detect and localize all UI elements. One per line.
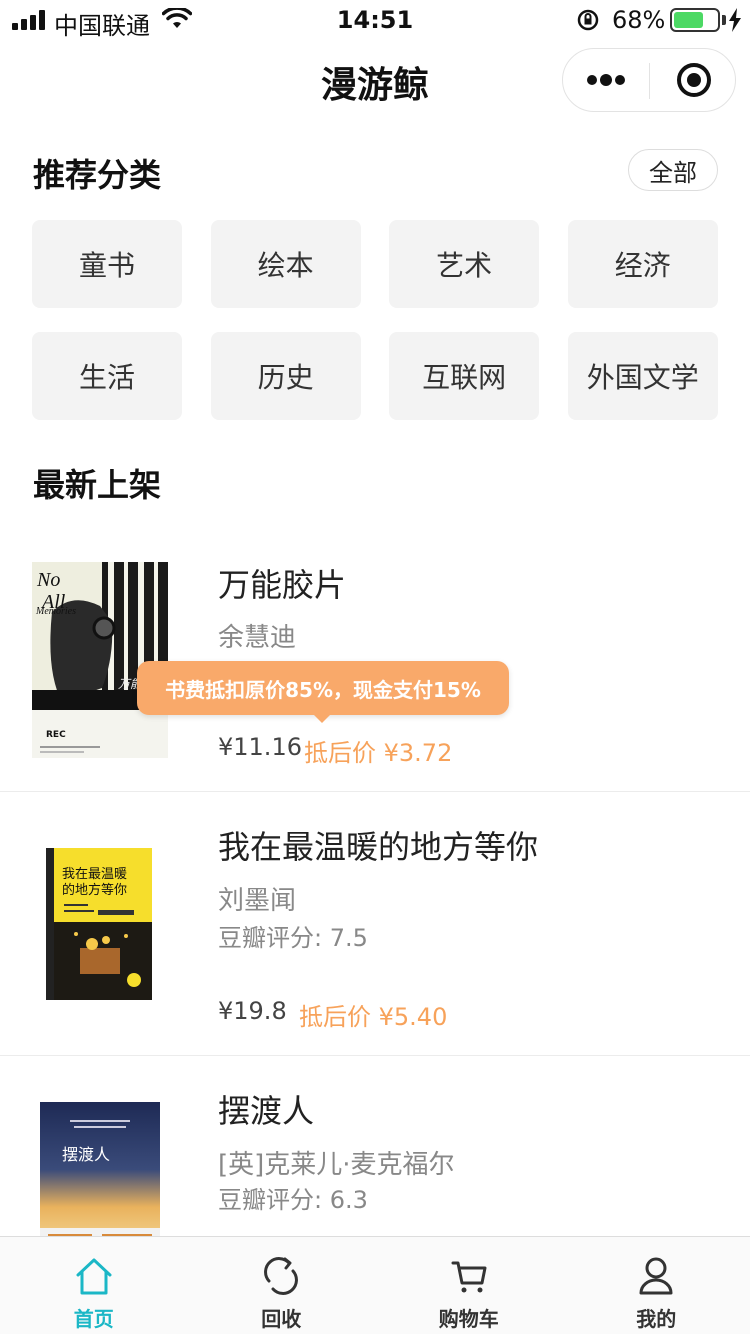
book-title: 摆渡人 (218, 1092, 315, 1130)
cover-text: 我在最温暖 (62, 867, 127, 882)
cover-text: REC (46, 730, 66, 740)
book-title: 我在最温暖的地方等你 (218, 828, 539, 866)
book-cover: 我在最温暖 的地方等你 (46, 848, 152, 1000)
close-button[interactable] (651, 49, 737, 111)
cover-text: 的地方等你 (62, 882, 127, 898)
cover-text: Memories (35, 606, 76, 617)
category-item[interactable]: 童书 (32, 220, 182, 308)
user-icon (639, 1257, 673, 1295)
category-item[interactable]: 互联网 (389, 332, 540, 420)
battery-tip (722, 15, 726, 25)
book-author: 余慧迪 (218, 623, 297, 653)
cart-icon (451, 1261, 487, 1293)
cover-text: 摆渡人 (62, 1145, 110, 1164)
status-bar: 中国联通 14:51 68% (0, 0, 750, 40)
book-cover: 摆渡人 (40, 1102, 160, 1252)
tab-bar: 首页 回收 购物车 我的 (0, 1236, 750, 1334)
charging-icon (729, 8, 741, 32)
battery-icon (670, 8, 720, 32)
book-cover: No All Memories 万能胶片 REC (32, 562, 168, 758)
more-button[interactable] (563, 49, 649, 111)
price-tooltip: 书费抵扣原价85%，现金支付15% (137, 661, 509, 715)
battery-percent: 68% (612, 6, 666, 34)
tab-home[interactable]: 首页 (0, 1237, 188, 1334)
category-item[interactable]: 绘本 (210, 220, 361, 308)
tab-label: 购物车 (438, 1307, 499, 1331)
nav-bar: 漫游鲸 (0, 40, 750, 120)
tab-cart[interactable]: 购物车 (375, 1237, 563, 1334)
cover-art: 摆渡人 (40, 1102, 160, 1252)
tab-label: 回收 (261, 1307, 302, 1331)
cover-text: No (36, 569, 60, 591)
book-rating: 豆瓣评分: 7.5 (218, 924, 368, 952)
battery-level (674, 12, 703, 28)
book-discount-price: 抵后价 ¥5.40 (299, 1003, 448, 1031)
capsule-divider (649, 63, 650, 99)
tab-label: 首页 (73, 1307, 114, 1331)
new-arrivals-title: 最新上架 (33, 466, 162, 504)
cover-art: 我在最温暖 的地方等你 (46, 848, 152, 1000)
book-item[interactable]: 摆渡人 摆渡人 [英]克莱儿·麦克福尔 豆瓣评分: 6.3 (0, 1056, 750, 1252)
category-item[interactable]: 生活 (32, 332, 182, 420)
tab-profile[interactable]: 我的 (563, 1237, 750, 1334)
category-item[interactable]: 外国文学 (567, 332, 718, 420)
category-grid: 童书 绘本 艺术 经济 生活 历史 互联网 外国文学 (32, 220, 718, 420)
categories-title: 推荐分类 (33, 156, 162, 194)
book-price: ¥19.8 (218, 997, 287, 1025)
category-item[interactable]: 历史 (210, 332, 361, 420)
rotation-lock-icon (577, 9, 599, 31)
category-item[interactable]: 艺术 (389, 220, 540, 308)
tab-label: 我的 (636, 1307, 677, 1331)
book-title: 万能胶片 (218, 566, 347, 604)
more-dots-icon (587, 74, 625, 86)
book-author: [英]克莱儿·麦克福尔 (218, 1150, 455, 1180)
home-icon (76, 1258, 112, 1295)
book-item[interactable]: 我在最温暖 的地方等你 我在最温暖的地方等你 刘墨闻 豆瓣评分: 7.5 ¥19… (0, 792, 750, 1056)
cover-art: No All Memories 万能胶片 REC (32, 562, 168, 758)
book-discount-price: 抵后价 ¥3.72 (304, 739, 453, 767)
target-icon (677, 63, 711, 97)
category-item[interactable]: 经济 (567, 220, 718, 308)
all-categories-button[interactable]: 全部 (628, 149, 718, 191)
book-author: 刘墨闻 (218, 886, 297, 916)
book-price: ¥11.16 (218, 733, 302, 761)
book-rating: 豆瓣评分: 6.3 (218, 1186, 368, 1214)
tooltip-arrow (312, 713, 332, 723)
recycle-icon (264, 1257, 299, 1295)
tab-recycle[interactable]: 回收 (188, 1237, 376, 1334)
mini-program-capsule (562, 48, 736, 112)
